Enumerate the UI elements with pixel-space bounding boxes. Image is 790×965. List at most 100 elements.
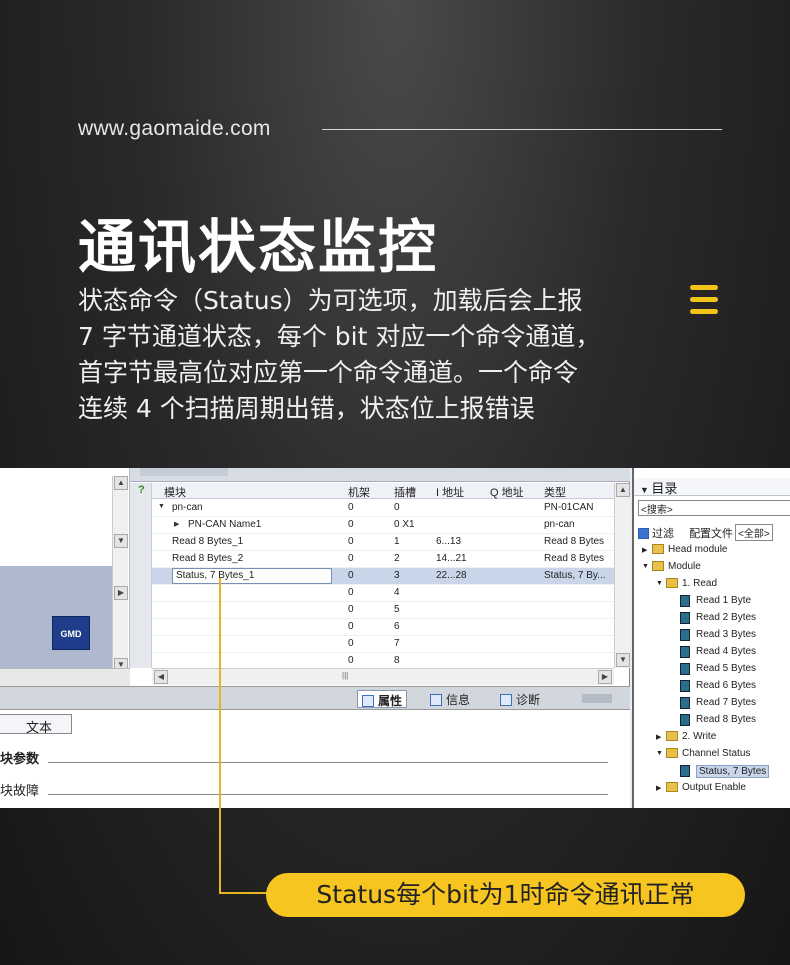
scroll-left-icon[interactable]: ◀: [154, 670, 168, 684]
cell-module[interactable]: Read 8 Bytes_2: [172, 553, 243, 564]
catalog-tree-item[interactable]: Read 1 Byte: [634, 593, 790, 610]
callout-note: Status每个bit为1时命令通讯正常: [266, 873, 745, 917]
catalog-item-label: 2. Write: [682, 731, 717, 742]
col-header-rack[interactable]: 机架: [348, 484, 370, 500]
catalog-tree-item[interactable]: Read 6 Bytes: [634, 678, 790, 695]
catalog-tree-item[interactable]: Read 7 Bytes: [634, 695, 790, 712]
cell-rack: 0: [348, 638, 354, 649]
catalog-tree-item[interactable]: ▼ 1. Read: [634, 576, 790, 593]
catalog-header[interactable]: ▼ 目录: [634, 478, 790, 496]
device-overview-tab[interactable]: [140, 468, 228, 476]
chevron-down-icon[interactable]: ▼: [640, 485, 651, 495]
cell-rack: 0: [348, 519, 354, 530]
module-icon: [680, 680, 694, 693]
tab-info[interactable]: 信息: [426, 690, 474, 708]
table-gutter: [130, 483, 152, 668]
device-view-scrollbar[interactable]: ▲ ▼ ▶ ▼: [112, 476, 128, 674]
cell-i-address: 14...21: [436, 553, 467, 564]
inspector-body: 文本 块参数 块故障: [0, 710, 630, 808]
catalog-tree-item[interactable]: ▼ Channel Status: [634, 746, 790, 763]
cell-module[interactable]: pn-can: [172, 502, 203, 513]
table-row[interactable]: ▼ pn-can 0 0 PN-01CAN: [152, 500, 614, 517]
table-row[interactable]: 06: [152, 619, 614, 636]
table-row[interactable]: 05: [152, 602, 614, 619]
cell-slot: 3: [394, 570, 400, 581]
col-header-i-address[interactable]: I 地址: [436, 484, 464, 500]
table-horizontal-scrollbar[interactable]: ◀ ||| ▶: [152, 668, 614, 685]
catalog-tree-item[interactable]: Read 8 Bytes: [634, 712, 790, 729]
cell-type: Read 8 Bytes: [544, 553, 605, 564]
cell-module[interactable]: PN-CAN Name1: [188, 519, 261, 530]
info-icon: [430, 694, 442, 706]
scroll-thumb-grip-icon[interactable]: |||: [342, 671, 348, 680]
chevron-right-icon[interactable]: ▶: [656, 733, 661, 741]
table-header: ? 模块 机架 插槽 I 地址 Q 地址 类型: [138, 483, 614, 500]
chevron-right-icon[interactable]: ▶: [656, 784, 661, 792]
section-block-parameters[interactable]: 块参数: [0, 748, 39, 767]
cell-i-address: 22...28: [436, 570, 467, 581]
table-row[interactable]: Status, 7 Bytes_1 0 3 22...28 Status, 7 By..…: [152, 568, 614, 585]
catalog-tree-item[interactable]: Read 3 Bytes: [634, 627, 790, 644]
zoom-bar[interactable]: [0, 668, 130, 686]
col-header-module[interactable]: 模块: [164, 484, 186, 500]
chevron-down-icon[interactable]: ▼: [656, 750, 663, 757]
scroll-right-icon[interactable]: ▶: [114, 586, 128, 600]
module-icon: [680, 714, 694, 727]
profile-label: 配置文件: [689, 528, 734, 540]
cell-rack: 0: [348, 621, 354, 632]
cell-module[interactable]: Status, 7 Bytes_1: [172, 568, 332, 584]
scroll-up-icon[interactable]: ▲: [616, 483, 630, 497]
cell-type: Status, 7 By...: [544, 570, 606, 581]
scroll-down-icon[interactable]: ▼: [616, 653, 630, 667]
profile-select[interactable]: <全部>: [735, 524, 773, 541]
col-header-slot[interactable]: 插槽: [394, 484, 416, 500]
catalog-item-label: Read 7 Bytes: [696, 697, 757, 708]
table-vertical-scrollbar[interactable]: ▲ ▼: [614, 483, 630, 668]
chevron-down-icon[interactable]: ▼: [656, 580, 663, 587]
catalog-tree-item[interactable]: Read 4 Bytes: [634, 644, 790, 661]
section-block-fault[interactable]: 块故障: [0, 780, 39, 799]
chevron-down-icon[interactable]: ▼: [158, 503, 165, 510]
scroll-down-icon[interactable]: ▼: [114, 534, 128, 548]
catalog-item-label: Read 8 Bytes: [696, 714, 757, 725]
scroll-right-icon[interactable]: ▶: [598, 670, 612, 684]
table-row[interactable]: 04: [152, 585, 614, 602]
filter-checkbox[interactable]: [638, 528, 649, 539]
module-icon: [680, 697, 694, 710]
help-icon[interactable]: ?: [138, 484, 145, 496]
device-overview-tabstrip: [130, 468, 630, 482]
table-row[interactable]: Read 8 Bytes_1 0 1 6...13 Read 8 Bytes: [152, 534, 614, 551]
chevron-down-icon[interactable]: ▼: [642, 563, 649, 570]
scroll-up-icon[interactable]: ▲: [114, 476, 128, 490]
chevron-right-icon[interactable]: ▶: [642, 546, 647, 554]
catalog-tree-item[interactable]: ▶ Output Enable: [634, 780, 790, 797]
gmd-device-logo[interactable]: GMD: [52, 616, 90, 650]
tab-diagnostics[interactable]: 诊断: [496, 690, 544, 708]
table-row[interactable]: 07: [152, 636, 614, 653]
tab-text[interactable]: 文本: [0, 714, 72, 735]
cell-module[interactable]: Read 8 Bytes_1: [172, 536, 243, 547]
col-header-type[interactable]: 类型: [544, 484, 566, 500]
catalog-tree-item[interactable]: ▶ 2. Write: [634, 729, 790, 746]
tab-properties[interactable]: 属性: [357, 690, 408, 708]
catalog-title: 目录: [651, 481, 678, 496]
window-controls-icon[interactable]: [582, 694, 612, 703]
description-line: 状态命令（Status）为可选项，加载后会上报: [78, 286, 583, 315]
col-header-q-address[interactable]: Q 地址: [490, 484, 524, 500]
chevron-right-icon[interactable]: ▶: [174, 520, 179, 528]
table-row[interactable]: ▶ PN-CAN Name1 0 0 X1 pn-can: [152, 517, 614, 534]
hamburger-menu-icon[interactable]: [690, 285, 718, 315]
catalog-tree-item[interactable]: ▼ Module: [634, 559, 790, 576]
site-url[interactable]: www.gaomaide.com: [78, 117, 271, 141]
table-row[interactable]: Read 8 Bytes_2 0 2 14...21 Read 8 Bytes: [152, 551, 614, 568]
device-view-pane: GMD ▲ ▼ ▶ ▼: [0, 468, 130, 686]
cell-slot: 8: [394, 655, 400, 666]
cell-type: Read 8 Bytes: [544, 536, 605, 547]
catalog-search-input[interactable]: <搜索>: [638, 500, 790, 516]
description-line: 7 字节通道状态，每个 bit 对应一个命令通道，: [78, 322, 601, 351]
catalog-tree-item[interactable]: Read 2 Bytes: [634, 610, 790, 627]
catalog-tree-item[interactable]: Read 5 Bytes: [634, 661, 790, 678]
catalog-tree-item[interactable]: ▶ Head module: [634, 542, 790, 559]
cell-rack: 0: [348, 536, 354, 547]
catalog-tree-item[interactable]: Status, 7 Bytes: [634, 763, 790, 780]
